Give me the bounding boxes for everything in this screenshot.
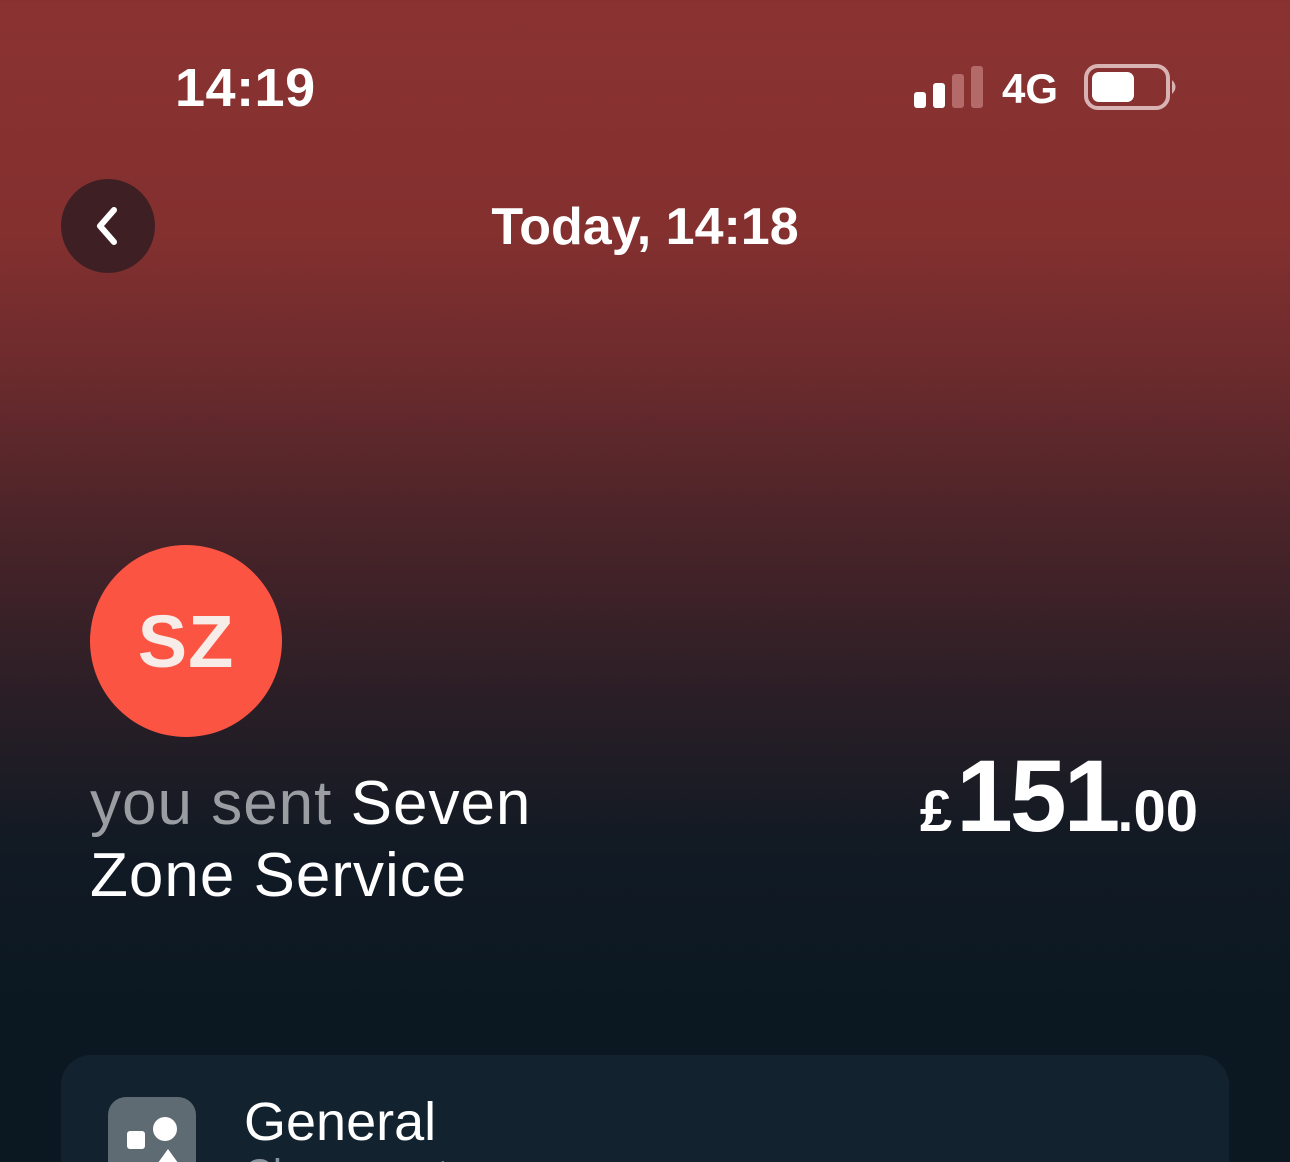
category-sublabel[interactable]: Change category [244, 1151, 549, 1162]
shapes-icon [108, 1097, 196, 1162]
payee-avatar: SZ [90, 545, 282, 737]
transaction-description: you sent Seven Zone Service [90, 768, 610, 912]
signal-bar-3 [952, 74, 964, 108]
category-card[interactable]: General Change category [61, 1055, 1229, 1162]
amount-whole: 151 [956, 739, 1120, 853]
battery-level-fill [1092, 72, 1134, 102]
amount-fraction: .00 [1117, 779, 1198, 844]
network-type: 4G [1002, 65, 1059, 112]
transaction-amount: £ 151 .00 [920, 738, 1198, 855]
signal-bar-4 [971, 66, 983, 108]
signal-bar-2 [933, 83, 945, 108]
battery-icon [1084, 64, 1176, 110]
amount-currency: £ [919, 779, 953, 844]
page-title: Today, 14:18 [491, 198, 799, 256]
transaction-direction: you sent [90, 769, 351, 838]
category-label: General [244, 1092, 437, 1152]
status-time: 14:19 [175, 58, 316, 118]
signal-bar-1 [914, 92, 926, 108]
back-button[interactable] [61, 179, 155, 273]
chevron-left-icon [97, 207, 117, 245]
signal-strength-icon [914, 66, 983, 108]
